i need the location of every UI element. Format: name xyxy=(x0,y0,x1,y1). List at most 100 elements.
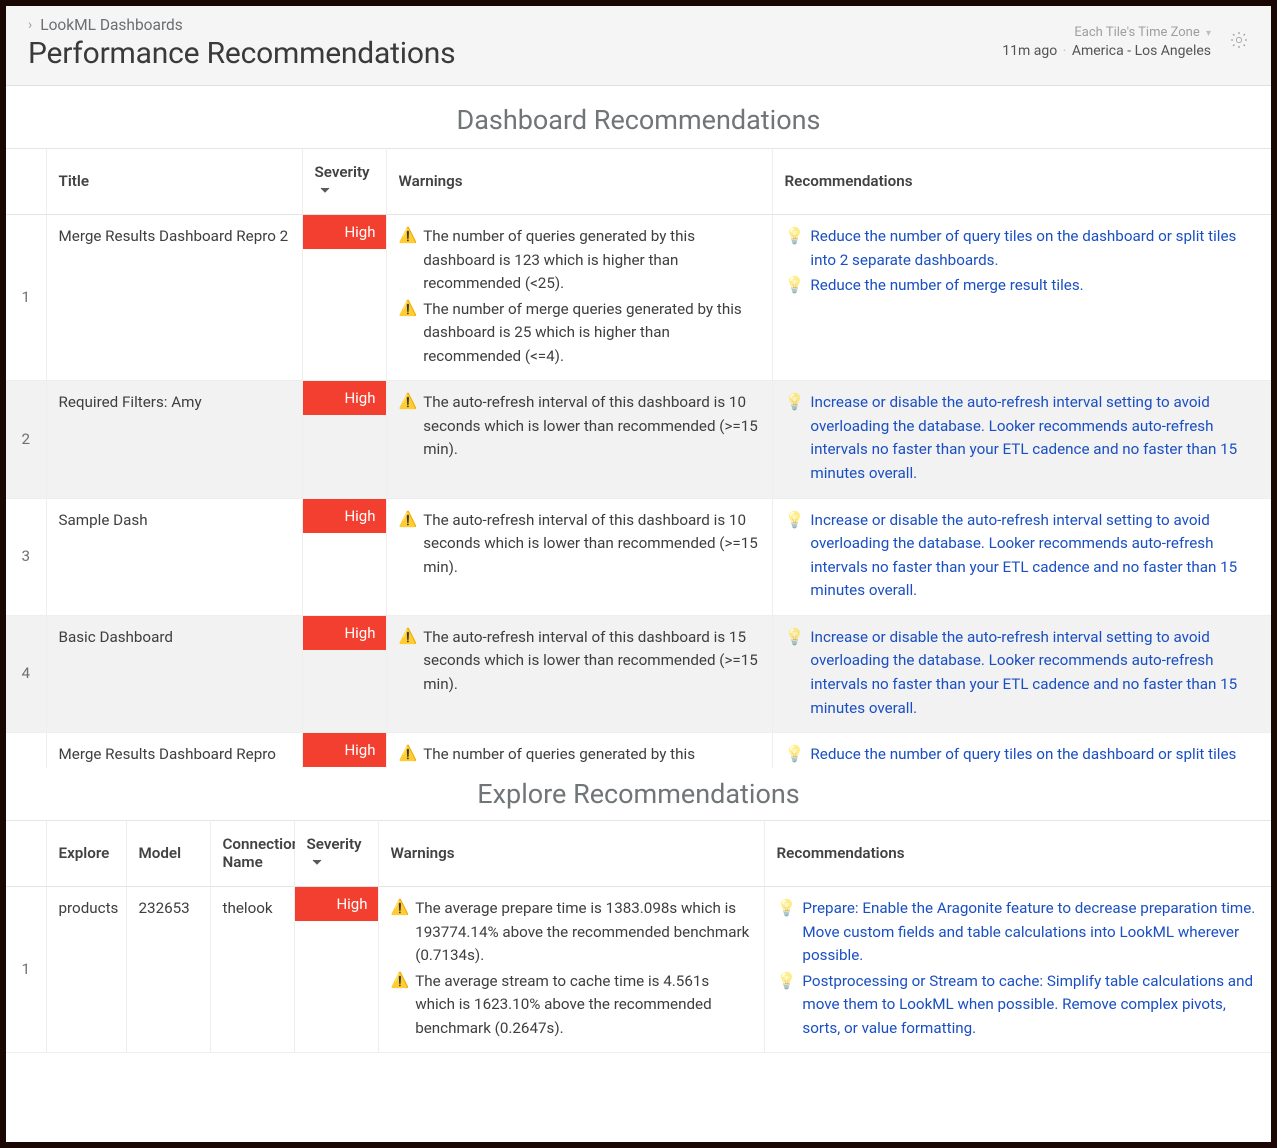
table-header-row: Title Severity Warnings Recommendations xyxy=(6,149,1271,215)
lightbulb-icon: 💡 xyxy=(785,391,805,413)
cell-severity: High xyxy=(302,381,386,498)
recommendation-link[interactable]: Prepare: Enable the Aragonite feature to… xyxy=(802,897,1259,968)
recommendation-item: 💡Increase or disable the auto-refresh in… xyxy=(785,391,1260,485)
warning-item: ⚠️The average prepare time is 1383.098s … xyxy=(391,897,752,968)
severity-badge: High xyxy=(303,733,386,767)
cell-recommendations: 💡Increase or disable the auto-refresh in… xyxy=(772,498,1271,615)
recommendation-item: 💡Increase or disable the auto-refresh in… xyxy=(785,509,1260,603)
warning-item: ⚠️The number of queries generated by thi… xyxy=(399,743,760,768)
col-explore[interactable]: Explore xyxy=(46,821,126,887)
breadcrumb-link[interactable]: LookML Dashboards xyxy=(40,16,183,34)
warning-icon: ⚠️ xyxy=(399,509,418,530)
lightbulb-icon: 💡 xyxy=(785,225,805,247)
cell-title[interactable]: Basic Dashboard xyxy=(46,615,302,732)
warning-icon: ⚠️ xyxy=(391,897,410,918)
col-connection[interactable]: Connection Name xyxy=(210,821,294,887)
warning-icon: ⚠️ xyxy=(399,225,418,246)
warning-item: ⚠️The average stream to cache time is 4.… xyxy=(391,970,752,1041)
cell-recommendations: 💡Reduce the number of query tiles on the… xyxy=(772,214,1271,380)
severity-badge: High xyxy=(303,381,386,415)
cell-explore[interactable]: products xyxy=(46,886,126,1052)
col-warnings[interactable]: Warnings xyxy=(378,821,764,887)
recommendation-link[interactable]: Reduce the number of merge result tiles. xyxy=(810,274,1083,298)
timezone-scope[interactable]: Each Tile's Time Zone ▾ xyxy=(1002,24,1211,42)
table-row: 3Sample DashHigh⚠️The auto-refresh inter… xyxy=(6,498,1271,615)
row-number: 2 xyxy=(6,381,46,498)
lightbulb-icon: 💡 xyxy=(785,626,805,648)
recommendation-item: 💡Reduce the number of query tiles on the… xyxy=(785,225,1260,272)
dashboard-header: › LookML Dashboards Performance Recommen… xyxy=(6,6,1271,86)
cell-warnings: ⚠️The auto-refresh interval of this dash… xyxy=(386,615,772,732)
warning-icon: ⚠️ xyxy=(399,626,418,647)
row-number: 5 xyxy=(6,733,46,768)
severity-badge: High xyxy=(303,616,386,650)
table-row: 1products232653thelookHigh ⚠️The average … xyxy=(6,886,1271,1052)
refresh-age: 11m ago xyxy=(1002,43,1057,59)
header-right: Each Tile's Time Zone ▾ 11m ago · Americ… xyxy=(1002,24,1249,60)
cell-severity: High xyxy=(302,615,386,732)
lightbulb-icon: 💡 xyxy=(785,509,805,531)
severity-badge: High xyxy=(303,499,386,533)
table-header-row: Explore Model Connection Name Severity W… xyxy=(6,821,1271,887)
cell-warnings: ⚠️The number of queries generated by thi… xyxy=(386,214,772,380)
severity-badge: High xyxy=(303,215,386,249)
col-severity[interactable]: Severity xyxy=(294,821,378,887)
cell-recommendations: 💡Increase or disable the auto-refresh in… xyxy=(772,381,1271,498)
recommendation-link[interactable]: Increase or disable the auto-refresh int… xyxy=(810,626,1259,720)
cell-title[interactable]: Required Filters: Amy xyxy=(46,381,302,498)
recommendation-item: 💡Increase or disable the auto-refresh in… xyxy=(785,626,1260,720)
recommendation-item: 💡Reduce the number of merge result tiles… xyxy=(785,274,1260,298)
chevron-right-icon: › xyxy=(28,17,32,33)
table-row: 5Merge Results Dashboard ReproHigh ⚠️The … xyxy=(6,733,1271,768)
warning-icon: ⚠️ xyxy=(399,743,418,764)
cell-title[interactable]: Sample Dash xyxy=(46,498,302,615)
recommendation-item: 💡Postprocessing or Stream to cache: Simp… xyxy=(777,970,1260,1041)
recommendation-link[interactable]: Increase or disable the auto-refresh int… xyxy=(810,509,1259,603)
col-warnings[interactable]: Warnings xyxy=(386,149,772,215)
cell-warnings: ⚠️The auto-refresh interval of this dash… xyxy=(386,381,772,498)
cell-title[interactable]: Merge Results Dashboard Repro xyxy=(46,733,302,768)
row-number: 1 xyxy=(6,214,46,380)
col-severity[interactable]: Severity xyxy=(302,149,386,215)
cell-title[interactable]: Merge Results Dashboard Repro 2 xyxy=(46,214,302,380)
recommendation-link[interactable]: Increase or disable the auto-refresh int… xyxy=(810,391,1259,485)
lightbulb-icon: 💡 xyxy=(777,897,797,919)
cell-warnings: ⚠️The average prepare time is 1383.098s … xyxy=(378,886,764,1052)
col-title[interactable]: Title xyxy=(46,149,302,215)
col-model[interactable]: Model xyxy=(126,821,210,887)
chevron-down-icon: ▾ xyxy=(1203,28,1211,39)
warning-item: ⚠️The auto-refresh interval of this dash… xyxy=(399,626,760,697)
gear-icon[interactable] xyxy=(1229,30,1249,54)
cell-recommendations: 💡Prepare: Enable the Aragonite feature t… xyxy=(764,886,1271,1052)
warning-icon: ⚠️ xyxy=(391,970,410,991)
dashboard-recommendations-table: Title Severity Warnings Recommendations … xyxy=(6,148,1271,768)
col-recommendations[interactable]: Recommendations xyxy=(772,149,1271,215)
warning-item: ⚠️The auto-refresh interval of this dash… xyxy=(399,509,760,580)
recommendation-link[interactable]: Postprocessing or Stream to cache: Simpl… xyxy=(802,970,1259,1041)
chevron-down-icon xyxy=(311,854,323,872)
recommendation-link[interactable]: Reduce the number of query tiles on the … xyxy=(810,743,1259,768)
explore-recommendations-table: Explore Model Connection Name Severity W… xyxy=(6,820,1271,1053)
cell-recommendations: 💡Increase or disable the auto-refresh in… xyxy=(772,615,1271,732)
cell-severity: High xyxy=(302,498,386,615)
severity-badge: High xyxy=(295,887,378,921)
recommendation-item: 💡Reduce the number of query tiles on the… xyxy=(785,743,1260,768)
cell-severity: High xyxy=(294,886,378,1052)
col-recommendations[interactable]: Recommendations xyxy=(764,821,1271,887)
warning-item: ⚠️The number of merge queries generated … xyxy=(399,298,760,369)
warning-icon: ⚠️ xyxy=(399,391,418,412)
timezone-scope-label: Each Tile's Time Zone xyxy=(1074,25,1199,40)
table-row: 2Required Filters: AmyHigh ⚠️The auto-ref… xyxy=(6,381,1271,498)
warning-icon: ⚠️ xyxy=(399,298,418,319)
timezone-value: America - Los Angeles xyxy=(1072,43,1211,59)
row-number: 4 xyxy=(6,615,46,732)
warning-item: ⚠️The auto-refresh interval of this dash… xyxy=(399,391,760,462)
lightbulb-icon: 💡 xyxy=(777,970,797,992)
cell-model: 232653 xyxy=(126,886,210,1052)
recommendation-link[interactable]: Reduce the number of query tiles on the … xyxy=(810,225,1259,272)
row-number: 1 xyxy=(6,886,46,1052)
warning-item: ⚠️The number of queries generated by thi… xyxy=(399,225,760,296)
cell-recommendations: 💡Reduce the number of query tiles on the… xyxy=(772,733,1271,768)
cell-connection: thelook xyxy=(210,886,294,1052)
cell-severity: High xyxy=(302,214,386,380)
